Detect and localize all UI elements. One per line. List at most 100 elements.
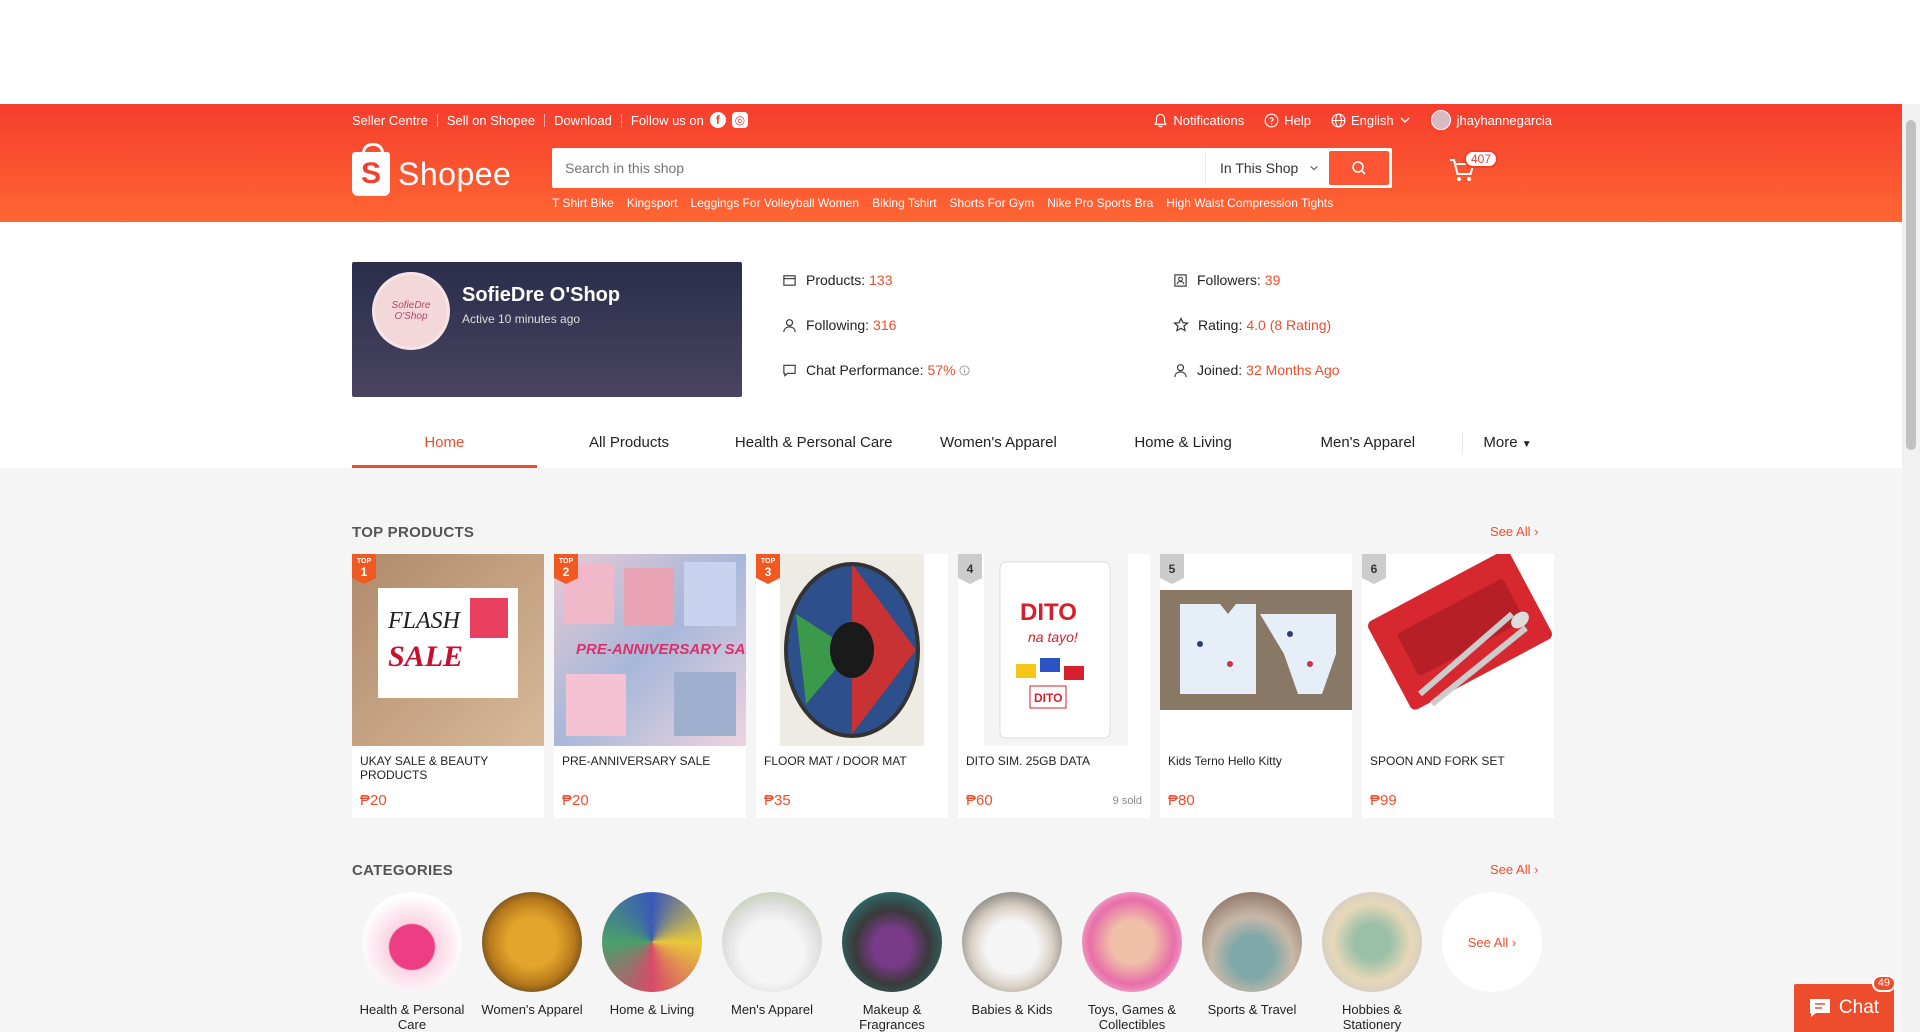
divider (436, 113, 438, 127)
category-see-all[interactable]: See All › (1432, 892, 1552, 1032)
user-menu[interactable]: jhayhannegarcia (1430, 110, 1552, 130)
category-item[interactable]: Home & Living (592, 892, 712, 1032)
see-all-label: See All (1467, 934, 1509, 950)
main-header-bar: S Shopee In This Shop T Shirt Bike Kings… (352, 143, 1552, 210)
product-card[interactable]: DITO na tayo! DITO 4 DITO SIM. 25GB DATA ₱… (958, 554, 1150, 818)
search-hint[interactable]: Kingsport (627, 196, 678, 210)
svg-text:DITO: DITO (1020, 599, 1077, 626)
tab-all-products[interactable]: All Products (537, 418, 722, 468)
svg-text:FLASH: FLASH (387, 608, 462, 634)
sell-on-shopee-link[interactable]: Sell on Shopee (447, 113, 535, 128)
seller-centre-link[interactable]: Seller Centre (352, 113, 428, 128)
stat-label: Joined: (1197, 362, 1243, 378)
stat-label: Rating: (1198, 317, 1243, 333)
top-navbar: Seller Centre Sell on Shopee Download Fo… (352, 104, 1552, 136)
dito-sim-image: DITO na tayo! DITO (984, 554, 1128, 746)
categories-list: Health & Personal Care Women's Apparel H… (352, 892, 1552, 1032)
stat-label: Chat Performance: (806, 362, 924, 378)
product-name: FLOOR MAT / DOOR MAT (764, 754, 907, 768)
category-image (962, 892, 1062, 992)
rank-badge: 2 (554, 554, 578, 584)
chat-bubble-icon (783, 364, 796, 377)
shop-card: SofieDre O'Shop SofieDre O'Shop Active 10… (352, 262, 742, 397)
category-image (842, 892, 942, 992)
search-hint[interactable]: Leggings For Volleyball Women (691, 196, 860, 210)
cart-button[interactable]: 407 (1448, 150, 1499, 188)
chat-unread-badge: 49 (1871, 975, 1896, 992)
language-selector[interactable]: English (1331, 113, 1411, 128)
product-name: Kids Terno Hello Kitty (1168, 754, 1282, 768)
product-card[interactable]: FLASHSALE 1 UKAY SALE & BEAUTY PRODUCTS … (352, 554, 544, 818)
category-image (1322, 892, 1422, 992)
kids-terno-image (1160, 590, 1352, 710)
category-item[interactable]: Babies & Kids (952, 892, 1072, 1032)
category-item[interactable]: Women's Apparel (472, 892, 592, 1032)
scrollbar-thumb[interactable] (1906, 120, 1916, 450)
rank-badge: 6 (1362, 554, 1386, 584)
search-input[interactable] (555, 151, 1205, 185)
category-item[interactable]: Toys, Games & Collectibles (1072, 892, 1192, 1032)
chat-button[interactable]: Chat 49 (1794, 975, 1896, 1032)
search-hint[interactable]: Biking Tshirt (872, 196, 936, 210)
help-label: Help (1284, 112, 1311, 128)
shopee-header: Seller Centre Sell on Shopee Download Fo… (0, 104, 1902, 222)
category-item[interactable]: Health & Personal Care (352, 892, 472, 1032)
browser-blank-area (0, 0, 1920, 104)
tab-health-personal-care[interactable]: Health & Personal Care (721, 418, 906, 468)
stat-value: 4.0 (8 Rating) (1246, 317, 1332, 333)
flash-sale-image: FLASH SALE (378, 588, 518, 698)
tab-home-living[interactable]: Home & Living (1091, 418, 1276, 468)
tab-more[interactable]: More ▼ (1462, 432, 1552, 454)
search-hint[interactable]: Shorts For Gym (950, 196, 1035, 210)
category-item[interactable]: Sports & Travel (1192, 892, 1312, 1032)
tab-home[interactable]: Home (352, 418, 537, 468)
search-button[interactable] (1329, 151, 1389, 185)
chevron-down-icon (1400, 117, 1410, 123)
product-image: 3 (756, 554, 948, 746)
notifications-label: Notifications (1173, 112, 1245, 128)
download-link[interactable]: Download (554, 113, 612, 128)
shopee-logo[interactable]: S Shopee (352, 143, 552, 200)
product-image: PRE-ANNIVERSARY SALE 2 (554, 554, 746, 746)
category-item[interactable]: Hobbies & Stationery (1312, 892, 1432, 1032)
product-price: ₱20 (562, 792, 589, 809)
tab-womens-apparel[interactable]: Women's Apparel (906, 418, 1091, 468)
product-card[interactable]: PRE-ANNIVERSARY SALE 2 PRE-ANNIVERSARY S… (554, 554, 746, 818)
search-scope-dropdown[interactable]: In This Shop (1205, 151, 1329, 185)
tab-mens-apparel[interactable]: Men's Apparel (1275, 418, 1460, 468)
product-card[interactable]: 3 FLOOR MAT / DOOR MAT ₱35 (756, 554, 948, 818)
search-hint[interactable]: Nike Pro Sports Bra (1047, 196, 1153, 210)
category-item[interactable]: Men's Apparel (712, 892, 832, 1032)
svg-text:na tayo!: na tayo! (1028, 629, 1078, 645)
stat-products: Products: 133 (782, 272, 893, 288)
divider (544, 113, 546, 127)
shop-name: SofieDre O'Shop (462, 284, 621, 306)
category-label: Toys, Games & Collectibles (1087, 1002, 1177, 1032)
shop-avatar[interactable]: SofieDre O'Shop (372, 272, 450, 350)
category-label: Sports & Travel (1207, 1002, 1297, 1017)
user-icon (783, 318, 796, 332)
stat-value[interactable]: 316 (873, 317, 896, 333)
chat-icon (1809, 999, 1830, 1017)
help-link[interactable]: Help (1264, 113, 1311, 128)
category-image (1082, 892, 1182, 992)
category-image (1202, 892, 1302, 992)
facebook-icon[interactable]: f (709, 112, 726, 128)
search-hint[interactable]: High Waist Compression Tights (1166, 196, 1333, 210)
page-scrollbar[interactable] (1902, 104, 1920, 1032)
info-icon[interactable] (958, 364, 970, 376)
category-item[interactable]: Makeup & Fragrances (832, 892, 952, 1032)
instagram-icon[interactable]: ◎ (731, 112, 748, 128)
avatar (1430, 110, 1451, 130)
category-label: Babies & Kids (971, 1002, 1053, 1017)
top-products-see-all[interactable]: See All › (1490, 524, 1538, 539)
top-products-list: FLASHSALE 1 UKAY SALE & BEAUTY PRODUCTS … (352, 554, 1554, 818)
categories-see-all[interactable]: See All › (1490, 862, 1538, 877)
search-hint[interactable]: T Shirt Bike (552, 196, 614, 210)
product-price: ₱60 (966, 792, 993, 809)
product-card[interactable]: 5 Kids Terno Hello Kitty ₱80 (1160, 554, 1352, 818)
rank-badge: 5 (1160, 554, 1184, 584)
notifications-link[interactable]: Notifications (1153, 113, 1244, 128)
categories-title: CATEGORIES (352, 862, 454, 879)
product-card[interactable]: 6 SPOON AND FORK SET ₱99 (1362, 554, 1554, 818)
